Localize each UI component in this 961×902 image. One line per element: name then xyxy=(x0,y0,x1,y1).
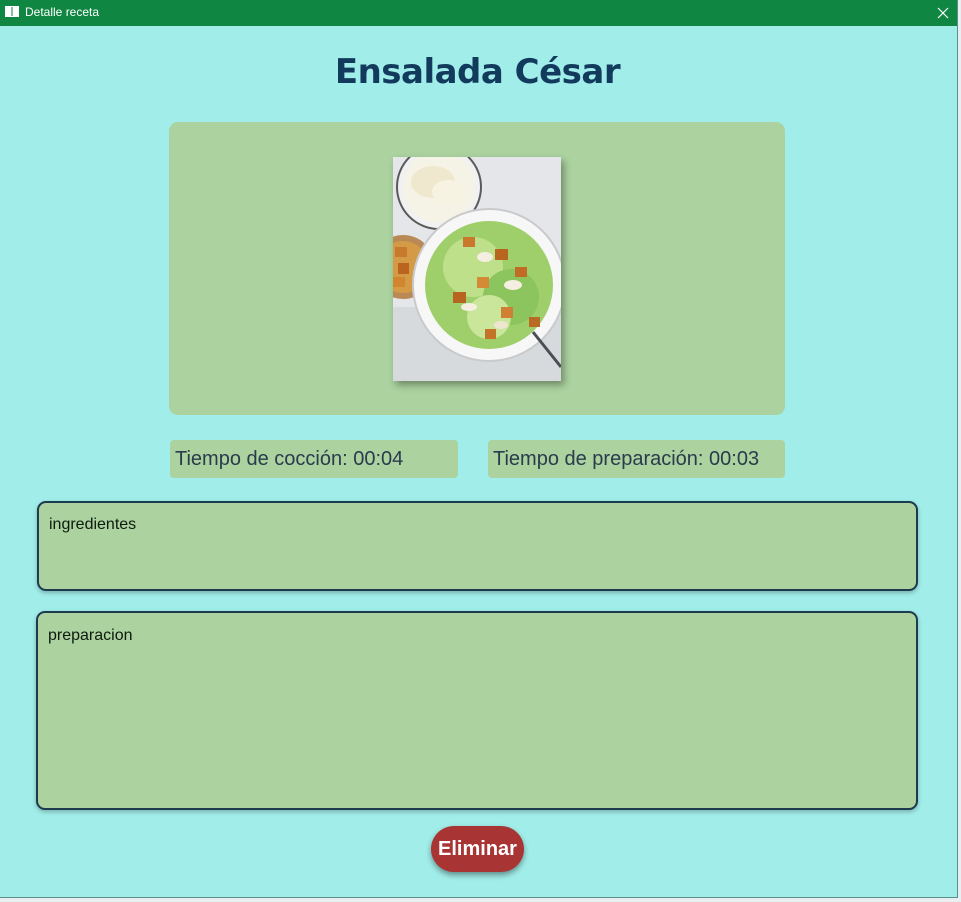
close-icon xyxy=(937,7,949,19)
recipe-title: Ensalada César xyxy=(334,52,621,92)
cook-time-label: Tiempo de cocción: 00:04 xyxy=(170,440,458,478)
delete-button[interactable]: Eliminar xyxy=(431,826,524,872)
window-title: Detalle receta xyxy=(25,5,100,19)
preparation-field[interactable]: preparacion xyxy=(36,611,918,810)
close-button[interactable] xyxy=(928,0,957,26)
caesar-salad-image xyxy=(393,157,561,381)
prep-time-label: Tiempo de preparación: 00:03 xyxy=(488,440,785,478)
window-app-icon xyxy=(5,6,19,17)
recipe-photo xyxy=(393,157,561,381)
window-titlebar[interactable]: Detalle receta xyxy=(0,0,957,26)
ingredients-text: ingredientes xyxy=(49,516,137,533)
recipe-detail-window: Detalle receta Ensalada César Tiempo de … xyxy=(0,0,958,898)
preparation-text: preparacion xyxy=(48,627,133,644)
ingredients-field[interactable]: ingredientes xyxy=(37,501,918,591)
recipe-image-panel xyxy=(169,122,785,415)
background-desktop-edge-bottom xyxy=(0,898,961,902)
